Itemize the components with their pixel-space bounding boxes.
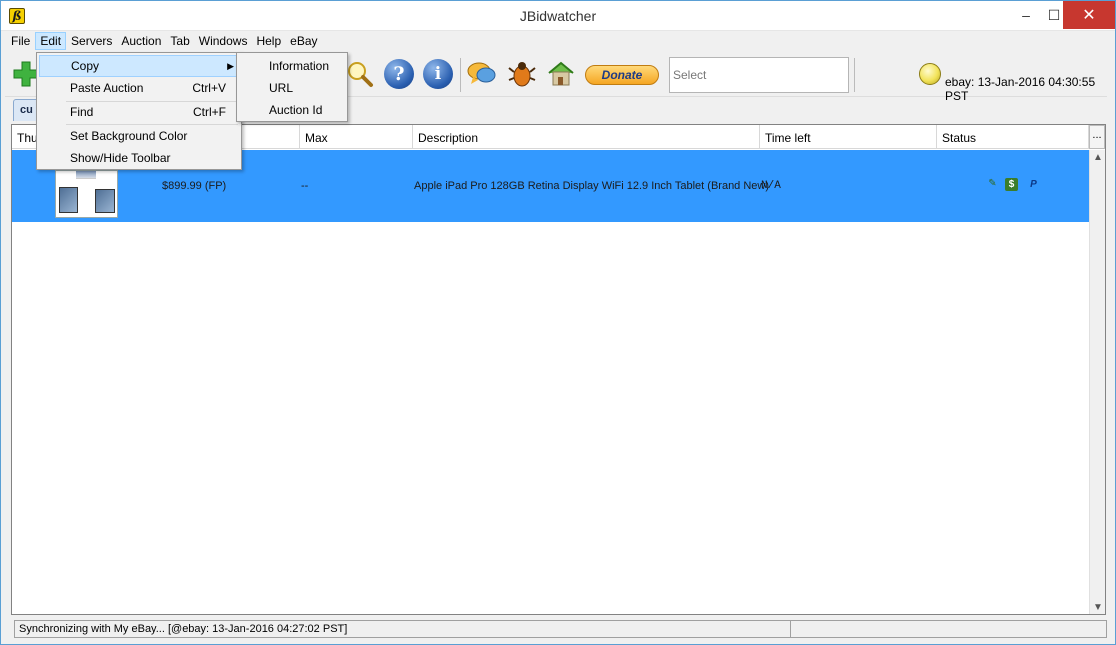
menu-ebay[interactable]: eBay	[286, 32, 321, 50]
app-window: ß JBidwatcher – ☐ ✕ File Edit Servers Au…	[0, 0, 1116, 645]
column-header-status[interactable]: Status	[937, 125, 1089, 149]
menu-help[interactable]: Help	[252, 32, 285, 50]
menu-item-shortcut: Ctrl+F	[193, 105, 226, 119]
select-input[interactable]: Select	[669, 57, 849, 93]
menu-item-copy[interactable]: Copy ▶	[39, 55, 239, 77]
menu-item-paste-auction[interactable]: Paste Auction Ctrl+V	[39, 77, 239, 99]
menu-bar: File Edit Servers Auction Tab Windows He…	[1, 31, 1115, 51]
menu-windows[interactable]: Windows	[195, 32, 252, 50]
vertical-scrollbar[interactable]: ▲ ▼	[1089, 150, 1105, 614]
edit-menu: Copy ▶ Paste Auction Ctrl+V Find Ctrl+F …	[36, 52, 242, 170]
status-bar: Synchronizing with My eBay... [@ebay: 13…	[14, 620, 1107, 638]
item-thumbnail	[55, 170, 118, 218]
submenu-item-url[interactable]: URL	[239, 77, 345, 99]
status-comment-icon: ✎	[988, 178, 997, 189]
max-cell: --	[301, 180, 309, 192]
home-icon[interactable]	[546, 59, 576, 89]
submenu-arrow-icon: ▶	[227, 60, 234, 71]
menu-item-label: Paste Auction	[70, 81, 144, 95]
menu-servers[interactable]: Servers	[67, 32, 116, 50]
server-time: ebay: 13-Jan-2016 04:30:55 PST	[945, 75, 1096, 103]
copy-submenu: Information URL Auction Id	[236, 52, 348, 122]
menu-item-set-background-color[interactable]: Set Background Color	[39, 125, 239, 147]
column-header-time-left[interactable]: Time left	[760, 125, 937, 149]
menu-item-find[interactable]: Find Ctrl+F	[39, 101, 239, 123]
menu-item-shortcut: Ctrl+V	[192, 81, 226, 95]
minimize-button[interactable]: –	[1011, 1, 1041, 29]
menu-edit[interactable]: Edit	[35, 32, 67, 50]
close-button[interactable]: ✕	[1063, 1, 1115, 29]
donate-button[interactable]: Donate	[585, 65, 659, 85]
status-bid-icon: $	[1005, 178, 1018, 191]
scroll-down-icon[interactable]: ▼	[1090, 600, 1105, 614]
menu-item-label: Show/Hide Toolbar	[70, 151, 171, 165]
menu-file[interactable]: File	[7, 32, 34, 50]
submenu-item-auction-id[interactable]: Auction Id	[239, 99, 345, 121]
menu-item-label: Copy	[71, 59, 100, 73]
scroll-up-icon[interactable]: ▲	[1090, 150, 1105, 166]
time-left-cell: N/A	[761, 180, 781, 192]
current-price-cell: $899.99 (FP)	[162, 180, 227, 192]
column-header-max[interactable]: Max	[300, 125, 413, 149]
title-bar: ß JBidwatcher – ☐ ✕	[1, 1, 1115, 31]
menu-item-label: Set Background Color	[70, 129, 188, 143]
auction-table: Thu Max Description Time left Status ...…	[11, 124, 1106, 615]
status-text: Synchronizing with My eBay... [@ebay: 13…	[19, 623, 348, 635]
window-title: JBidwatcher	[519, 8, 597, 24]
help-icon[interactable]: ?	[384, 59, 414, 89]
column-chooser-button[interactable]: ...	[1089, 125, 1105, 149]
column-header-description[interactable]: Description	[413, 125, 760, 149]
paypal-icon: P	[1030, 179, 1037, 190]
toolbar-separator	[460, 58, 461, 92]
submenu-item-information[interactable]: Information	[239, 55, 345, 77]
menu-item-label: Find	[70, 105, 94, 119]
menu-auction[interactable]: Auction	[117, 32, 165, 50]
status-divider	[790, 621, 791, 637]
menu-tab[interactable]: Tab	[166, 32, 193, 50]
toolbar-separator	[854, 58, 855, 92]
status-light-icon	[919, 63, 941, 85]
description-cell: Apple iPad Pro 128GB Retina Display WiFi…	[414, 180, 770, 192]
chat-icon[interactable]	[467, 59, 497, 89]
info-icon[interactable]: i	[423, 59, 453, 89]
menu-item-show-hide-toolbar[interactable]: Show/Hide Toolbar	[39, 147, 239, 169]
bug-icon[interactable]	[507, 59, 537, 89]
magnifier-icon[interactable]	[345, 59, 375, 89]
